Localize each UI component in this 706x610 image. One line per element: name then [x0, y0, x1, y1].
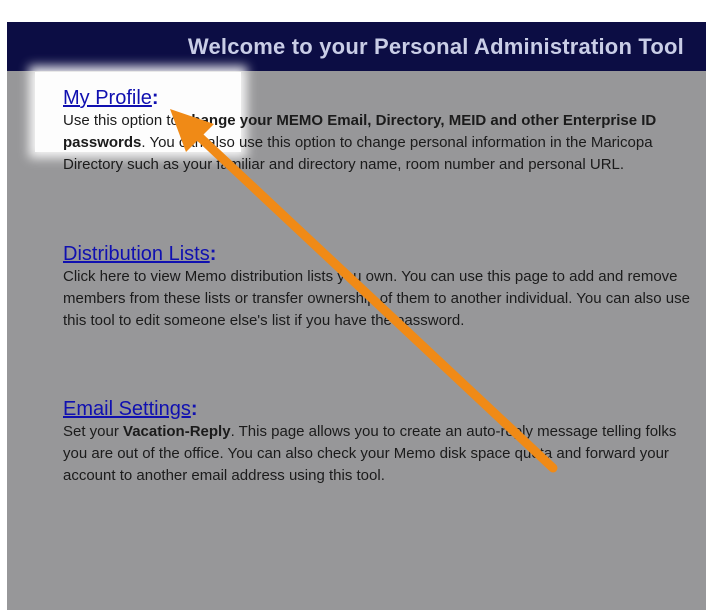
distribution-lists-description: Click here to view Memo distribution lis… — [63, 266, 703, 332]
description-bold: Vacation-Reply — [123, 423, 231, 440]
description-text: Use this option to — [63, 112, 184, 129]
section-my-profile: My Profile: Use this option to change yo… — [63, 86, 703, 176]
page-frame: Welcome to your Personal Administration … — [0, 0, 706, 610]
section-title: My Profile: — [63, 86, 703, 110]
section-title: Distribution Lists: — [63, 242, 703, 266]
section-email-settings: Email Settings: Set your Vacation-Reply.… — [63, 397, 703, 487]
email-settings-description: Set your Vacation-Reply. This page allow… — [63, 421, 703, 487]
my-profile-link[interactable]: My Profile — [63, 87, 152, 109]
description-text: Set your — [63, 423, 124, 440]
title-colon: : — [151, 87, 159, 109]
title-colon: : — [209, 243, 217, 265]
description-text: Click here to view Memo distribution lis… — [63, 268, 690, 329]
section-title: Email Settings: — [63, 397, 703, 421]
page-header: Welcome to your Personal Administration … — [7, 22, 706, 71]
title-colon: : — [190, 398, 198, 420]
email-settings-link[interactable]: Email Settings — [63, 398, 191, 420]
distribution-lists-link[interactable]: Distribution Lists — [63, 243, 210, 265]
section-distribution-lists: Distribution Lists: Click here to view M… — [63, 242, 703, 332]
description-text: . You can also use this option to change… — [63, 134, 653, 173]
my-profile-description: Use this option to change your MEMO Emai… — [63, 110, 703, 176]
page-title: Welcome to your Personal Administration … — [187, 34, 684, 59]
